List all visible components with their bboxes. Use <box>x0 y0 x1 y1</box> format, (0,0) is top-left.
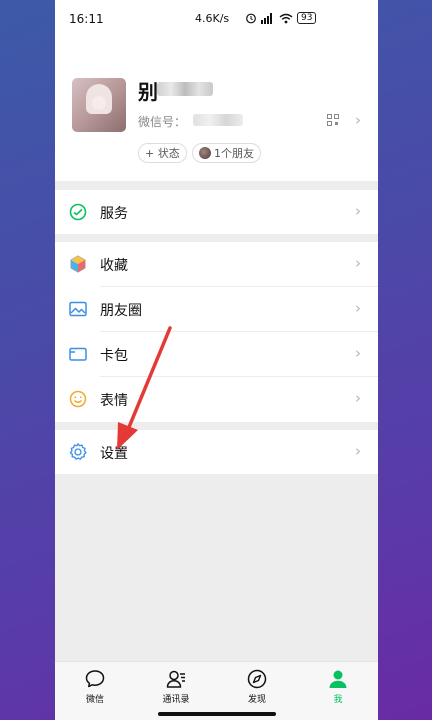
annotation-arrow-icon <box>117 326 172 450</box>
home-indicator[interactable] <box>158 712 276 716</box>
